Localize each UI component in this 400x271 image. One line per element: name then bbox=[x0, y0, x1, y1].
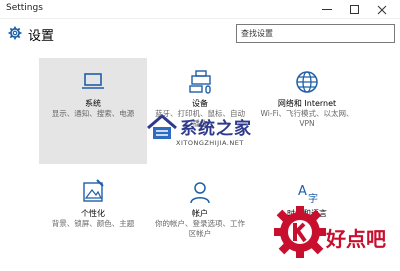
page-title: 设置 bbox=[28, 29, 55, 44]
search-input[interactable]: 查找设置 bbox=[236, 24, 395, 43]
person-icon bbox=[190, 182, 210, 204]
badge-text: 好点吧 bbox=[326, 227, 386, 251]
tile-system[interactable]: 系统 显示、通知、搜索、电源 bbox=[39, 58, 147, 164]
laptop-icon bbox=[82, 73, 104, 89]
tile-description: 背景、锁屏、颜色、主题 bbox=[51, 219, 135, 228]
tile-label: 系统 bbox=[85, 99, 101, 108]
tile-description: 显示、通知、搜索、电源 bbox=[51, 109, 135, 118]
tile-network[interactable]: 网络和 Internet Wi-Fi、飞行模式、以太网、VPN bbox=[253, 58, 361, 164]
tile-personalization[interactable]: 个性化 背景、锁屏、颜色、主题 bbox=[39, 168, 147, 271]
close-button[interactable] bbox=[368, 0, 396, 19]
title-bar: Settings bbox=[0, 0, 400, 19]
tile-label: 设备 bbox=[192, 99, 208, 108]
watermark-xitongzhijia: 系统之家 XITONGZHIJIA.NET bbox=[146, 110, 264, 156]
gear-k-logo-icon bbox=[274, 206, 326, 258]
tile-label: 帐户 bbox=[192, 209, 208, 218]
tile-label: 个性化 bbox=[81, 209, 105, 218]
watermark-title: 系统之家 bbox=[180, 119, 252, 139]
window-title: Settings bbox=[6, 3, 43, 13]
maximize-button[interactable] bbox=[340, 0, 368, 19]
tile-description: 你的帐户、登录选项、工作区帐户 bbox=[155, 219, 245, 238]
watermark-haodianba: 好点吧 bbox=[270, 184, 400, 271]
maximize-icon bbox=[349, 5, 359, 14]
tile-accounts[interactable]: 帐户 你的帐户、登录选项、工作区帐户 bbox=[146, 168, 254, 271]
house-logo-icon bbox=[147, 114, 177, 139]
globe-icon bbox=[296, 71, 318, 93]
close-icon bbox=[377, 5, 387, 14]
tile-description: Wi-Fi、飞行模式、以太网、VPN bbox=[260, 109, 354, 128]
paintbrush-picture-icon bbox=[83, 179, 104, 202]
minimize-icon bbox=[322, 9, 332, 10]
minimize-button[interactable] bbox=[313, 0, 341, 19]
printer-keyboard-icon bbox=[189, 70, 211, 94]
gear-icon bbox=[8, 26, 22, 40]
watermark-subtitle: XITONGZHIJIA.NET bbox=[176, 139, 244, 147]
tile-label: 网络和 Internet bbox=[277, 99, 337, 108]
